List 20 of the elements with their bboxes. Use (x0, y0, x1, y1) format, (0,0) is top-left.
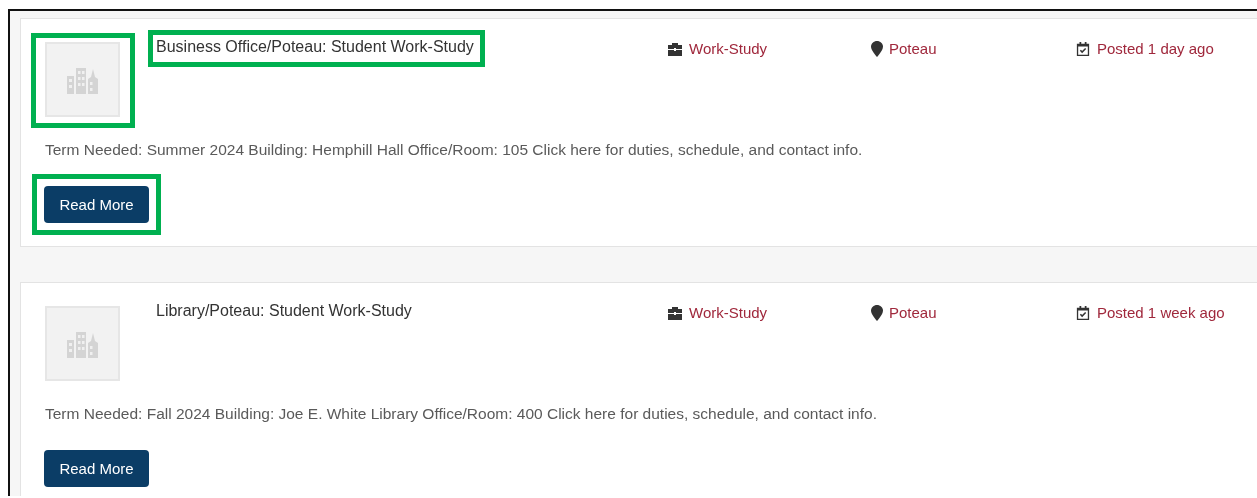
posted-date: Posted 1 day ago (1097, 40, 1214, 57)
buildings-icon (66, 329, 99, 358)
map-pin-icon (871, 304, 883, 321)
briefcase-icon (667, 41, 683, 56)
job-type: Work-Study (689, 40, 768, 57)
job-type: Work-Study (689, 304, 768, 321)
job-description: Term Needed: Summer 2024 Building: Hemphill Hall Office/Room: 105 Click here for duties, schedule, and contact info. (45, 141, 864, 159)
job-title[interactable]: Business Office/Poteau: Student Work-Study (156, 38, 474, 55)
read-more-button[interactable]: Read More (44, 450, 149, 487)
buildings-icon (66, 65, 99, 94)
job-location: Poteau (889, 304, 937, 321)
map-pin-icon (871, 40, 883, 57)
job-title[interactable]: Library/Poteau: Student Work-Study (156, 302, 412, 319)
calendar-check-icon (1075, 41, 1091, 56)
job-location: Poteau (889, 40, 937, 57)
job-description: Term Needed: Fall 2024 Building: Joe E. White Library Office/Room: 400 Click here for duties, schedule, and contact info. (45, 405, 878, 423)
read-more-button[interactable]: Read More (44, 186, 149, 223)
posted-date: Posted 1 week ago (1097, 304, 1225, 321)
briefcase-icon (667, 305, 683, 320)
calendar-check-icon (1075, 305, 1091, 320)
